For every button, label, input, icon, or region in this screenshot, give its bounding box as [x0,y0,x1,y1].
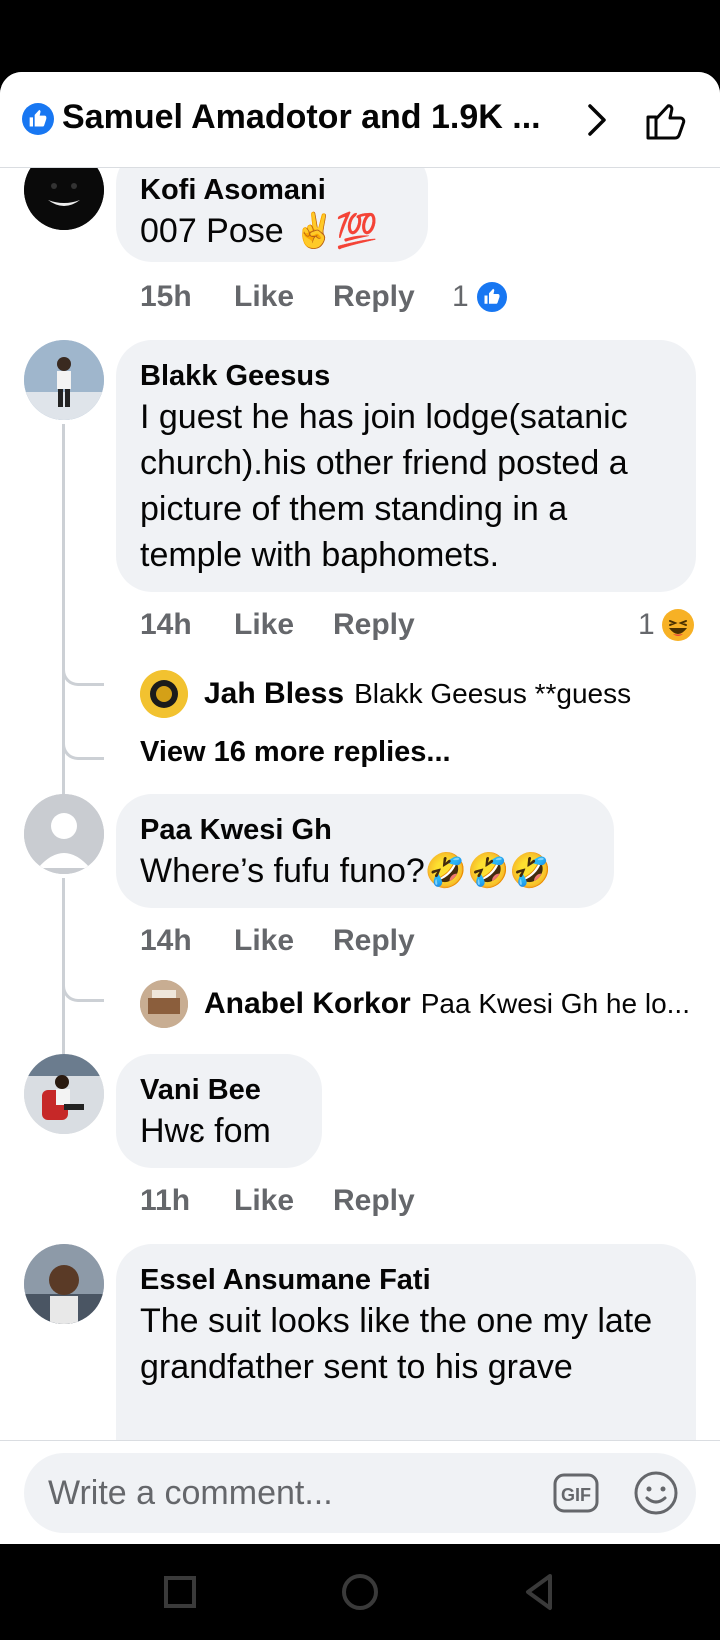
comment-text: Where’s fufu funo?🤣🤣🤣 [140,852,552,890]
comment-text: Hwɛ fom [140,1112,271,1150]
reply-text: Blakk Geesus **guess [354,678,632,709]
reactions-summary-title[interactable]: Samuel Amadotor and 1.9K ... [62,98,562,137]
reaction-count[interactable]: 1 [638,608,695,642]
reply-text: Paa Kwesi Gh he lo... [420,988,690,1019]
comments-sheet: Samuel Amadotor and 1.9K ... Kofi Asoman… [0,72,720,1544]
avatar[interactable] [24,1244,104,1324]
comment-author[interactable]: Kofi Asomani [140,172,404,208]
avatar[interactable] [140,670,188,718]
comment-time[interactable]: 14h [140,608,192,642]
comment-author[interactable]: Vani Bee [140,1072,298,1108]
reactions-header[interactable]: Samuel Amadotor and 1.9K ... [0,72,720,168]
comment-input[interactable] [48,1471,508,1515]
like-badge-icon [22,103,54,135]
laughing-reaction-icon [661,608,695,642]
reply-preview[interactable]: Anabel Korkor Paa Kwesi Gh he lo... [140,980,702,1028]
thread-connector [62,648,104,686]
gif-icon[interactable]: GIF [552,1471,600,1515]
avatar[interactable] [24,1054,104,1134]
reply-preview[interactable]: Jah Bless Blakk Geesus **guess [140,670,700,718]
reply-link[interactable]: Reply [333,924,415,958]
like-link[interactable]: Like [234,924,294,958]
comment-text: The suit looks like the one my late gran… [140,1302,653,1386]
view-more-replies-link[interactable]: View 16 more replies... [140,736,451,769]
comments-feed[interactable]: Kofi Asomani 007 Pose ✌️💯 15h Like Reply… [0,168,720,1512]
comment-author[interactable]: Paa Kwesi Gh [140,812,590,848]
recent-apps-icon[interactable] [156,1568,204,1616]
comment-author[interactable]: Blakk Geesus [140,358,672,394]
chevron-right-icon[interactable] [582,100,612,140]
comment-text: I guest he has join lodge(satanic church… [140,398,628,574]
comment-composer-area: GIF [0,1440,720,1544]
like-reaction-icon [474,280,509,314]
system-navigation-bar [0,1544,720,1640]
reaction-count-value: 1 [452,280,469,313]
svg-text:GIF: GIF [561,1485,591,1505]
comment-bubble[interactable]: Vani Bee Hwɛ fom [116,1054,322,1168]
like-link[interactable]: Like [234,280,294,314]
comment-bubble[interactable]: Blakk Geesus I guest he has join lodge(s… [116,340,696,592]
avatar[interactable] [24,168,104,230]
comment-author[interactable]: Essel Ansumane Fati [140,1262,672,1298]
thread-connector [62,708,104,760]
comment-time[interactable]: 11h [140,1184,190,1218]
comment-time[interactable]: 15h [140,280,192,314]
reply-link[interactable]: Reply [333,608,415,642]
status-bar [0,0,720,72]
like-link[interactable]: Like [234,1184,294,1218]
reply-author[interactable]: Anabel Korkor [204,987,411,1021]
like-link[interactable]: Like [234,608,294,642]
reply-author[interactable]: Jah Bless [204,677,344,711]
comment-text: 007 Pose ✌️💯 [140,212,378,250]
comment-time[interactable]: 14h [140,924,192,958]
comment-composer[interactable]: GIF [24,1453,696,1533]
comment-bubble[interactable]: Paa Kwesi Gh Where’s fufu funo?🤣🤣🤣 [116,794,614,908]
avatar[interactable] [24,340,104,420]
emoji-icon[interactable] [632,1469,680,1517]
back-icon[interactable] [516,1568,564,1616]
like-button-icon[interactable] [644,98,688,142]
home-icon[interactable] [336,1568,384,1616]
reply-link[interactable]: Reply [333,280,415,314]
reaction-count[interactable]: 1 [452,280,509,314]
avatar[interactable] [24,794,104,874]
avatar[interactable] [140,980,188,1028]
reaction-count-value: 1 [638,608,655,641]
thread-connector [62,968,104,1002]
comment-bubble[interactable]: Kofi Asomani 007 Pose ✌️💯 [116,168,428,262]
reply-link[interactable]: Reply [333,1184,415,1218]
